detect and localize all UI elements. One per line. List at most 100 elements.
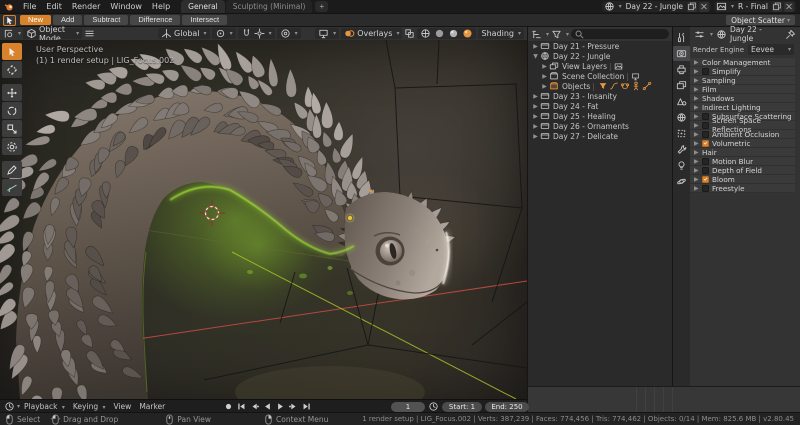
menu-edit[interactable]: Edit [41, 0, 67, 13]
panel-expand-icon[interactable]: ▶ [694, 131, 702, 138]
disclosure-triangle-icon[interactable]: ▶ [531, 133, 540, 140]
end-frame-field[interactable]: End: 250 [485, 401, 529, 412]
subtract-button[interactable]: Subtract [84, 15, 129, 25]
outliner-search[interactable] [571, 29, 669, 39]
panel-expand-icon[interactable]: ▶ [694, 167, 702, 174]
outliner-item-day-24-fat[interactable]: ▶ Day 24 - Fat [528, 101, 672, 111]
start-frame-field[interactable]: Start: 1 [442, 401, 482, 412]
viewport-3d[interactable]: User Perspective (1) 1 render setup | LI… [0, 40, 527, 399]
tool-move-button[interactable] [2, 84, 22, 101]
panel-expand-icon[interactable]: ▶ [694, 68, 702, 75]
outliner-item-day-25-healing[interactable]: ▶ Day 25 - Healing [528, 111, 672, 121]
outliner-item-day-26-ornaments[interactable]: ▶ Day 26 - Ornaments [528, 121, 672, 131]
object-scatter-dropdown[interactable]: Object Scatter ▾ [726, 15, 795, 25]
active-tool-icon[interactable] [3, 14, 16, 26]
add-button[interactable]: Add [53, 15, 83, 25]
panel-expand-icon[interactable]: ▶ [694, 95, 702, 102]
scene-selector[interactable]: ▾ Day 22 - Jungle [601, 1, 711, 12]
screen-space-reflections-checkbox[interactable] [702, 121, 709, 129]
play-reverse-button[interactable] [261, 401, 274, 413]
outliner-editor-type-icon[interactable] [531, 29, 542, 40]
menu-render[interactable]: Render [67, 0, 105, 13]
new-view-layer-button[interactable] [772, 1, 782, 12]
play-button[interactable] [274, 401, 287, 413]
workspace-tab-general[interactable]: General [181, 0, 225, 13]
properties-tab-scene[interactable] [673, 94, 690, 109]
timeline-menu-view[interactable]: View [110, 402, 136, 411]
shading-dropdown[interactable]: Shading ▾ [478, 28, 524, 39]
delete-view-layer-button[interactable] [784, 1, 794, 12]
render-engine-dropdown[interactable]: Eevee ▾ [748, 44, 794, 55]
snap-dropdown[interactable]: ▾ [237, 28, 275, 39]
view-layer-name[interactable]: R - Final [736, 2, 770, 11]
panel-expand-icon[interactable]: ▶ [694, 77, 702, 84]
scene-browse-icon[interactable] [604, 1, 615, 12]
volumetric-checkbox[interactable] [702, 139, 709, 147]
new-scene-button[interactable] [687, 1, 697, 12]
view-layer-browse-icon[interactable] [716, 1, 727, 12]
panel-expand-icon[interactable]: ▶ [694, 104, 702, 111]
monkey-object-icon[interactable] [620, 81, 630, 91]
panel-expand-icon[interactable]: ▶ [694, 122, 702, 129]
next-keyframe-button[interactable] [287, 401, 300, 413]
properties-editor-type-icon[interactable] [694, 29, 705, 40]
panel-expand-icon[interactable]: ▶ [694, 59, 702, 66]
workspace-tab-sculpting-minimal-[interactable]: Sculpting (Minimal) [225, 0, 313, 13]
tool-transform-button[interactable] [2, 138, 22, 155]
menu-window[interactable]: Window [105, 0, 147, 13]
properties-tab-object[interactable] [673, 126, 690, 141]
subsurface-scattering-checkbox[interactable] [702, 112, 709, 120]
panel-expand-icon[interactable]: ▶ [694, 149, 702, 156]
outliner-item-objects[interactable]: ▶ Objects | [528, 81, 672, 91]
timeline-editor-type-icon[interactable] [4, 401, 15, 412]
motion-blur-checkbox[interactable] [702, 157, 709, 165]
panel-depth-of-field[interactable]: ▶ Depth of Field [690, 166, 795, 175]
disclosure-triangle-icon[interactable]: ▶ [531, 93, 540, 100]
pivot-dropdown[interactable]: ▾ [211, 28, 236, 39]
depth-of-field-checkbox[interactable] [702, 166, 709, 174]
shading-solid-icon[interactable] [434, 28, 445, 39]
outliner-filter-icon[interactable] [551, 29, 562, 40]
properties-tab-render[interactable] [673, 46, 690, 61]
properties-tab-output[interactable] [673, 62, 690, 77]
proportional-dropdown[interactable]: ▾ [276, 28, 301, 39]
panel-expand-icon[interactable]: ▶ [694, 113, 702, 120]
outliner-item-day-27-delicate[interactable]: ▶ Day 27 - Delicate [528, 131, 672, 141]
timeline-menu-playback[interactable]: Playback ▾ [20, 402, 69, 411]
intersect-button[interactable]: Intersect [182, 15, 228, 25]
ambient-occlusion-checkbox[interactable] [702, 130, 709, 138]
new-button[interactable]: New [20, 15, 52, 25]
disclosure-triangle-icon[interactable]: ▶ [540, 63, 549, 70]
shading-wireframe-icon[interactable] [420, 28, 431, 39]
delete-scene-button[interactable] [699, 1, 709, 12]
orientation-dropdown[interactable]: Global ▾ [158, 28, 210, 39]
tool-cursor-button[interactable] [2, 61, 22, 78]
gizmos-dropdown[interactable]: ▾ [315, 28, 340, 39]
outliner-item-scene-collection[interactable]: ▶ Scene Collection | [528, 71, 672, 81]
curve-object-icon[interactable] [609, 81, 619, 91]
scene-name[interactable]: Day 22 - Jungle [624, 2, 685, 11]
viewport-menus-icon[interactable] [84, 28, 95, 39]
snap-magnet-icon[interactable] [241, 28, 252, 39]
tool-measure-button[interactable] [2, 179, 22, 196]
properties-tab-physics[interactable] [673, 174, 690, 189]
panel-expand-icon[interactable]: ▶ [694, 185, 702, 192]
freestyle-checkbox[interactable] [702, 184, 709, 192]
jump-to-end-button[interactable] [300, 401, 313, 413]
editor-type-icon[interactable] [3, 28, 14, 39]
tool-scale-button[interactable] [2, 120, 22, 137]
tool-annotate-button[interactable] [2, 161, 22, 178]
properties-tab-light-data[interactable] [673, 158, 690, 173]
overlays-dropdown[interactable]: Overlays ▾ [341, 28, 403, 39]
difference-button[interactable]: Difference [130, 15, 181, 25]
blender-logo-icon[interactable] [4, 1, 15, 12]
disclosure-triangle-icon[interactable]: ▶ [540, 83, 549, 90]
properties-tab-view-layer[interactable] [673, 78, 690, 93]
panel-freestyle[interactable]: ▶ Freestyle [690, 184, 795, 193]
timeline-menu-keying[interactable]: Keying ▾ [69, 402, 110, 411]
simplify-checkbox[interactable] [702, 67, 709, 75]
proportional-edit-icon[interactable] [280, 28, 291, 39]
outliner-item-day-21-pressure[interactable]: ▶ Day 21 - Pressure [528, 41, 672, 51]
tool-select-box-button[interactable] [2, 43, 22, 60]
shading-material-icon[interactable] [448, 28, 459, 39]
